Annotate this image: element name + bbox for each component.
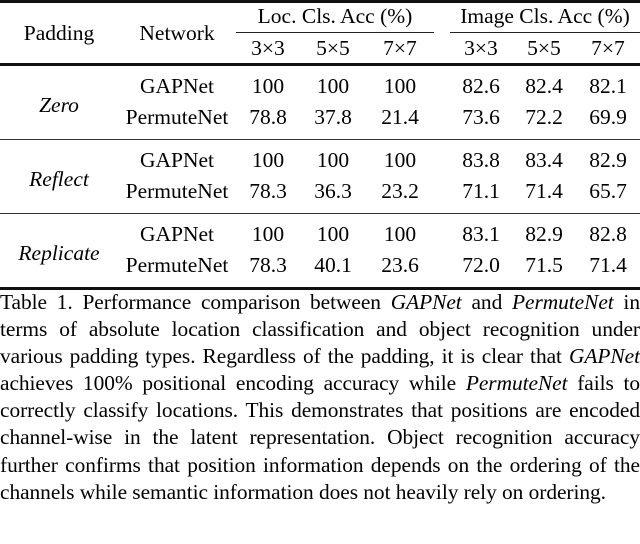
value-loc-3x3: 100: [251, 222, 285, 246]
header-group-image-cls-label: Image Cls. Acc (%): [450, 4, 640, 33]
network-name: PermuteNet: [125, 105, 229, 129]
table-row: Zero GAPNet 100 100 100 82.6 82.4 82.1: [0, 66, 640, 117]
value-img-3x3: 72.0: [462, 253, 500, 277]
value-loc-5x5: 36.3: [314, 179, 352, 203]
table-row: Reflect GAPNet 100 100 100 83.8 83.4 82.…: [0, 140, 640, 191]
value-loc-7x7: 100: [383, 148, 417, 172]
header-img-7x7: 7×7: [591, 36, 625, 60]
value-loc-7x7: 23.2: [381, 179, 419, 203]
caption-emphasis: GAPNet: [390, 290, 462, 314]
value-img-7x7: 65.7: [589, 179, 627, 203]
value-loc-3x3: 100: [251, 74, 285, 98]
row-spacer: [434, 176, 450, 213]
value-loc-5x5: 100: [316, 148, 350, 172]
table-row: Replicate GAPNet 100 100 100 83.1 82.9 8…: [0, 214, 640, 265]
value-loc-5x5: 100: [316, 74, 350, 98]
header-img-3x3: 3×3: [464, 36, 498, 60]
caption-run: Performance comparison between: [72, 290, 391, 314]
value-loc-5x5: 37.8: [314, 105, 352, 129]
value-img-5x5: 72.2: [525, 105, 563, 129]
value-loc-5x5: 40.1: [314, 253, 352, 277]
performance-table-container: Padding Network Loc. Cls. Acc (%) Image …: [0, 0, 640, 290]
value-img-5x5: 71.4: [525, 179, 563, 203]
caption-text: Performance comparison between GAPNet an…: [0, 290, 640, 504]
caption-run: achieves 100% positional encoding accura…: [0, 371, 466, 396]
caption-label: Table 1.: [0, 290, 73, 314]
padding-label-zero: Zero: [39, 92, 79, 117]
caption-emphasis: GAPNet: [569, 344, 640, 369]
value-loc-7x7: 100: [383, 222, 417, 246]
table-body: Padding Network Loc. Cls. Acc (%) Image …: [0, 0, 640, 290]
row-spacer: [434, 102, 450, 139]
row-spacer: [434, 214, 450, 250]
value-img-5x5: 82.4: [525, 74, 563, 98]
network-name: GAPNet: [139, 222, 215, 246]
value-loc-3x3: 78.3: [249, 253, 287, 277]
value-loc-7x7: 21.4: [381, 105, 419, 129]
value-img-7x7: 71.4: [589, 253, 627, 277]
header-loc-3x3: 3×3: [251, 36, 285, 60]
header-network: Network: [139, 20, 215, 45]
padding-label-reflect: Reflect: [29, 166, 89, 191]
value-img-7x7: 82.9: [589, 148, 627, 172]
value-img-7x7: 82.8: [589, 222, 627, 246]
header-loc-5x5: 5×5: [316, 36, 350, 60]
value-img-3x3: 82.6: [462, 74, 500, 98]
value-loc-3x3: 78.8: [249, 105, 287, 129]
network-name: GAPNet: [139, 74, 215, 98]
value-img-7x7: 82.1: [589, 74, 627, 98]
network-name: GAPNet: [139, 148, 215, 172]
value-loc-7x7: 23.6: [381, 253, 419, 277]
value-img-5x5: 82.9: [525, 222, 563, 246]
network-name: PermuteNet: [125, 179, 229, 203]
value-img-3x3: 73.6: [462, 105, 500, 129]
row-spacer: [434, 250, 450, 287]
row-spacer: [434, 140, 450, 176]
row-spacer: [434, 66, 450, 102]
header-group-loc-cls: Loc. Cls. Acc (%): [236, 3, 434, 34]
value-loc-3x3: 78.3: [249, 179, 287, 203]
header-img-5x5: 5×5: [527, 36, 561, 60]
performance-table: Padding Network Loc. Cls. Acc (%) Image …: [0, 0, 640, 290]
header-padding: Padding: [23, 20, 95, 45]
value-loc-3x3: 100: [251, 148, 285, 172]
value-img-7x7: 69.9: [589, 105, 627, 129]
header-spacer-2: [434, 34, 450, 63]
table-figure-page: Padding Network Loc. Cls. Acc (%) Image …: [0, 0, 640, 544]
value-img-5x5: 83.4: [525, 148, 563, 172]
value-img-5x5: 71.5: [525, 253, 563, 277]
value-loc-7x7: 100: [383, 74, 417, 98]
padding-label-replicate: Replicate: [18, 240, 100, 265]
network-name: PermuteNet: [125, 253, 229, 277]
table-header-row-groups: Padding Network Loc. Cls. Acc (%) Image …: [0, 3, 640, 45]
caption-run: and: [461, 290, 512, 314]
header-spacer: [434, 3, 450, 34]
header-loc-7x7: 7×7: [383, 36, 417, 60]
value-loc-5x5: 100: [316, 222, 350, 246]
caption-emphasis: PermuteNet: [465, 371, 568, 396]
header-group-image-cls: Image Cls. Acc (%): [450, 3, 640, 34]
value-img-3x3: 83.8: [462, 148, 500, 172]
header-group-loc-cls-label: Loc. Cls. Acc (%): [236, 4, 434, 33]
value-img-3x3: 71.1: [462, 179, 500, 203]
caption-emphasis: PermuteNet: [511, 290, 614, 314]
table-caption: Table 1. Performance comparison between …: [0, 289, 640, 506]
value-img-3x3: 83.1: [462, 222, 500, 246]
